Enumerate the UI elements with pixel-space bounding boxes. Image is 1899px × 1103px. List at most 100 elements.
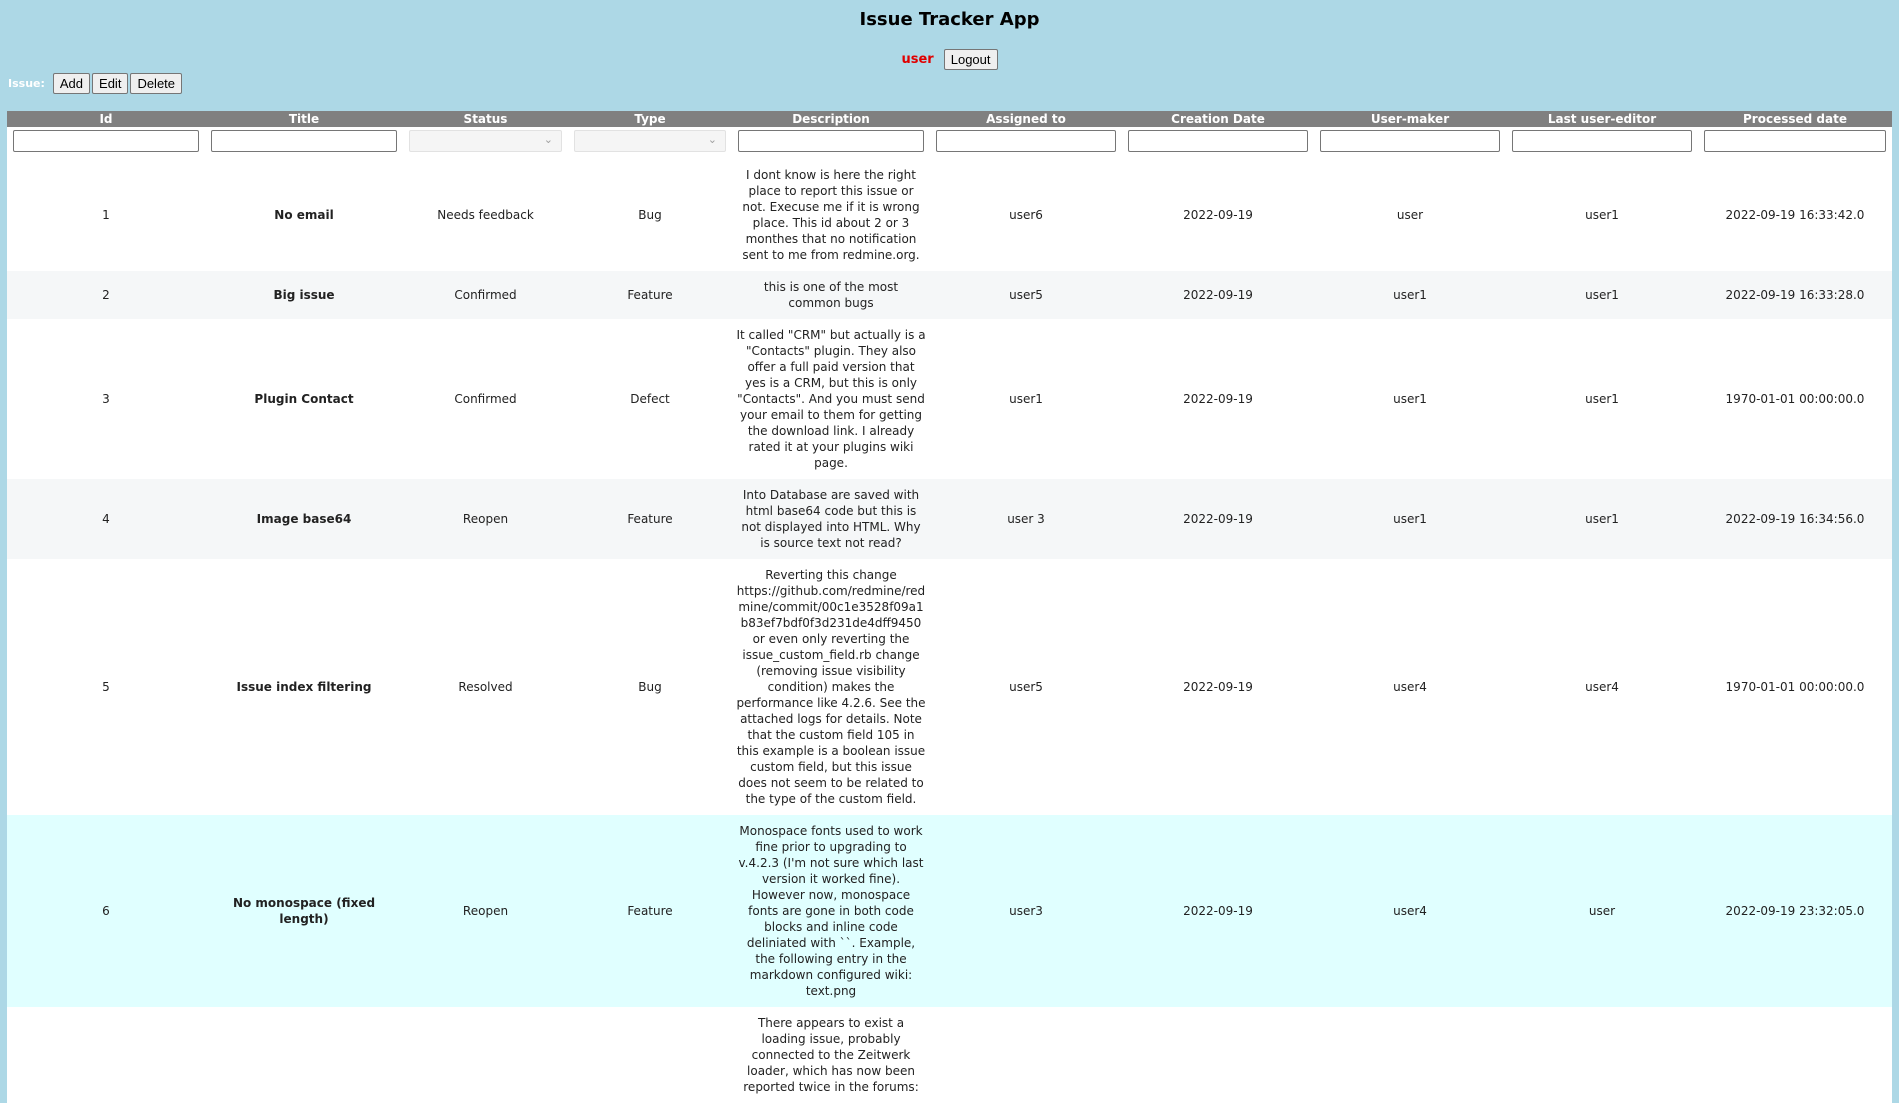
- column-header-type[interactable]: Type: [568, 111, 732, 127]
- cell-title: No email: [205, 159, 403, 271]
- cell-creation-date: 2022-09-19: [1122, 559, 1314, 815]
- cell-assigned-to: user5: [930, 559, 1122, 815]
- cell-id: 2: [7, 271, 205, 319]
- description-text: It called "CRM" but actually is a "Conta…: [736, 328, 926, 470]
- table-row[interactable]: 6 No monospace (fixed length) Reopen Fea…: [7, 815, 1892, 1007]
- cell-title: Plugin Contact: [205, 319, 403, 479]
- table-row[interactable]: 5 Issue index filtering Resolved Bug Rev…: [7, 559, 1892, 815]
- cell-creation-date: 2022-09-19: [1122, 815, 1314, 1007]
- cell-assigned-to: [930, 1007, 1122, 1103]
- delete-issue-button[interactable]: Delete: [130, 73, 183, 94]
- cell-assigned-to: user3: [930, 815, 1122, 1007]
- cell-last-user-editor: user: [1506, 815, 1698, 1007]
- description-text: There appears to exist a loading issue, …: [743, 1016, 919, 1094]
- cell-processed-date: 1970-01-01 00:00:00.0: [1698, 559, 1892, 815]
- cell-description: this is one of the most common bugs: [732, 271, 930, 319]
- filter-status-select[interactable]: ⌄: [409, 130, 562, 152]
- cell-last-user-editor: user1: [1506, 159, 1698, 271]
- cell-status: Confirmed: [403, 319, 568, 479]
- edit-issue-button[interactable]: Edit: [92, 73, 129, 94]
- table-row[interactable]: 4 Image base64 Reopen Feature Into Datab…: [7, 479, 1892, 559]
- filter-description-input[interactable]: [738, 130, 924, 152]
- filter-assigned-to-input[interactable]: [936, 130, 1116, 152]
- filter-processed-date-input[interactable]: [1704, 130, 1886, 152]
- cell-processed-date: 2022-09-19 16:33:42.0: [1698, 159, 1892, 271]
- column-header-title[interactable]: Title: [205, 111, 403, 127]
- cell-status: Reopen: [403, 479, 568, 559]
- filter-title-input[interactable]: [211, 130, 397, 152]
- cell-processed-date: 2022-09-19 16:34:56.0: [1698, 479, 1892, 559]
- column-header-last-user-editor[interactable]: Last user-editor: [1506, 111, 1698, 127]
- table-row[interactable]: 1 No email Needs feedback Bug I dont kno…: [7, 159, 1892, 271]
- cell-assigned-to: user6: [930, 159, 1122, 271]
- table-row[interactable]: 3 Plugin Contact Confirmed Defect It cal…: [7, 319, 1892, 479]
- cell-user-maker: user4: [1314, 559, 1506, 815]
- issue-toolbar-label: Issue:: [8, 77, 45, 90]
- app-title: Issue Tracker App: [859, 9, 1040, 30]
- cell-id: 6: [7, 815, 205, 1007]
- cell-user-maker: user1: [1314, 479, 1506, 559]
- filter-id-input[interactable]: [13, 130, 199, 152]
- column-header-description[interactable]: Description: [732, 111, 930, 127]
- table-header-row: Id Title Status Type Description Assigne…: [7, 111, 1892, 127]
- cell-last-user-editor: [1506, 1007, 1698, 1103]
- table-row[interactable]: 2 Big issue Confirmed Feature this is on…: [7, 271, 1892, 319]
- cell-id: 5: [7, 559, 205, 815]
- issues-table: Id Title Status Type Description Assigne…: [7, 111, 1892, 1103]
- cell-processed-date: 2022-09-19 23:32:05.0: [1698, 815, 1892, 1007]
- column-header-assigned-to[interactable]: Assigned to: [930, 111, 1122, 127]
- description-text: Reverting this change https://github.com…: [736, 568, 926, 806]
- cell-creation-date: 2022-09-19: [1122, 271, 1314, 319]
- cell-id: 3: [7, 319, 205, 479]
- cell-last-user-editor: user1: [1506, 319, 1698, 479]
- description-text: Monospace fonts used to work fine prior …: [738, 824, 924, 998]
- cell-description: I dont know is here the right place to r…: [732, 159, 930, 271]
- cell-id: 4: [7, 479, 205, 559]
- chevron-down-icon: ⌄: [707, 133, 717, 146]
- cell-processed-date: [1698, 1007, 1892, 1103]
- filter-row: ⌄ ⌄: [7, 127, 1892, 159]
- cell-title: No monospace (fixed length): [205, 815, 403, 1007]
- user-bar: user Logout: [0, 49, 1899, 70]
- cell-user-maker: user1: [1314, 319, 1506, 479]
- filter-last-user-editor-input[interactable]: [1512, 130, 1692, 152]
- column-header-user-maker[interactable]: User-maker: [1314, 111, 1506, 127]
- description-text: Into Database are saved with html base64…: [741, 488, 921, 550]
- cell-status: Needs feedback: [403, 159, 568, 271]
- cell-user-maker: user: [1314, 159, 1506, 271]
- column-header-processed-date[interactable]: Processed date: [1698, 111, 1892, 127]
- cell-type: Feature: [568, 271, 732, 319]
- cell-description: There appears to exist a loading issue, …: [732, 1007, 930, 1103]
- cell-creation-date: [1122, 1007, 1314, 1103]
- column-header-creation-date[interactable]: Creation Date: [1122, 111, 1314, 127]
- cell-title: [205, 1007, 403, 1103]
- cell-last-user-editor: user4: [1506, 559, 1698, 815]
- cell-description: Into Database are saved with html base64…: [732, 479, 930, 559]
- cell-processed-date: 1970-01-01 00:00:00.0: [1698, 319, 1892, 479]
- cell-description: Reverting this change https://github.com…: [732, 559, 930, 815]
- description-text: I dont know is here the right place to r…: [742, 168, 920, 262]
- cell-creation-date: 2022-09-19: [1122, 319, 1314, 479]
- issues-table-body: 1 No email Needs feedback Bug I dont kno…: [7, 159, 1892, 1103]
- cell-type: Feature: [568, 479, 732, 559]
- column-header-status[interactable]: Status: [403, 111, 568, 127]
- cell-type: [568, 1007, 732, 1103]
- cell-type: Feature: [568, 815, 732, 1007]
- cell-title: Big issue: [205, 271, 403, 319]
- logout-button[interactable]: Logout: [943, 49, 998, 70]
- chevron-down-icon: ⌄: [543, 133, 553, 146]
- column-header-id[interactable]: Id: [7, 111, 205, 127]
- cell-user-maker: user4: [1314, 815, 1506, 1007]
- filter-creation-date-input[interactable]: [1128, 130, 1308, 152]
- table-row[interactable]: There appears to exist a loading issue, …: [7, 1007, 1892, 1103]
- cell-user-maker: user1: [1314, 271, 1506, 319]
- cell-type: Bug: [568, 159, 732, 271]
- cell-title: Image base64: [205, 479, 403, 559]
- cell-assigned-to: user5: [930, 271, 1122, 319]
- cell-status: Reopen: [403, 815, 568, 1007]
- add-issue-button[interactable]: Add: [52, 73, 91, 94]
- filter-user-maker-input[interactable]: [1320, 130, 1500, 152]
- cell-status: Resolved: [403, 559, 568, 815]
- description-text: this is one of the most common bugs: [763, 280, 899, 310]
- filter-type-select[interactable]: ⌄: [574, 130, 726, 152]
